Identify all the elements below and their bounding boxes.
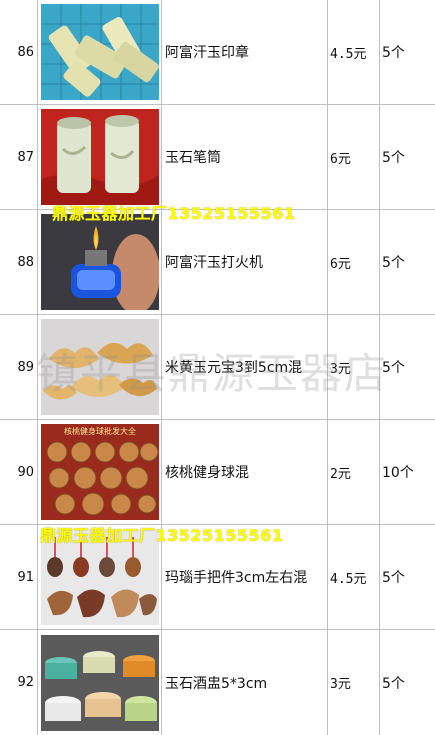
jade-pen-holder-image (40, 109, 159, 205)
factory-phone-banner-top: 鼎源玉器加工厂13525155561 (52, 204, 296, 223)
product-quantity: 5个 (382, 675, 405, 692)
table-row: 87 玉石笔筒 6元 5个 (0, 105, 435, 210)
product-quantity: 5个 (382, 570, 405, 586)
product-image (38, 105, 162, 209)
product-price: 3元 (328, 630, 380, 735)
jade-seal-image (40, 4, 159, 100)
row-number: 91 (0, 525, 38, 629)
product-image (38, 0, 162, 104)
yellow-jade-ingot-image (40, 319, 159, 415)
walnut-balls-image: 核桃健身球批发大全 (40, 424, 159, 520)
product-price: 2元 (328, 420, 380, 524)
product-price: 6元 (328, 105, 380, 209)
product-image (38, 630, 162, 735)
product-price: 6元 (328, 210, 380, 314)
product-image (38, 210, 162, 314)
table-row: 92 玉石酒盅5*3cm 3元 5个 (0, 630, 435, 735)
product-image (38, 315, 162, 419)
product-quantity: 5个 (382, 360, 405, 376)
row-number: 90 (0, 420, 38, 524)
table-row: 90 核桃健身球批发大全 核桃健身球混 2元 10个 (0, 420, 435, 525)
product-name: 玉石酒盅5*3cm (162, 630, 328, 735)
row-number: 87 (0, 105, 38, 209)
product-image: 核桃健身球批发大全 (38, 420, 162, 524)
product-name: 阿富汗玉印章 (162, 0, 328, 104)
product-price: 3元 (328, 315, 380, 419)
product-quantity: 5个 (382, 45, 405, 61)
jade-lighter-image (40, 214, 159, 310)
row-number: 92 (0, 630, 38, 735)
product-quantity: 10个 (382, 465, 414, 481)
product-name: 米黄玉元宝3到5cm混 (162, 315, 328, 419)
product-quantity: 5个 (382, 150, 405, 166)
row-number: 86 (0, 0, 38, 104)
jade-wine-cup-image (40, 634, 159, 731)
product-name: 阿富汗玉打火机 (162, 210, 328, 314)
table-row: 88 阿富汗玉打火机 6元 5个 (0, 210, 435, 315)
table-row: 89 米黄玉元宝3到5cm混 3元 5个 (0, 315, 435, 420)
product-price: 4.5元 (328, 0, 380, 104)
product-table: 86 阿富汗玉印章 4.5元 5个 87 玉石笔筒 6元 5个 88 阿富汗玉打… (0, 0, 435, 735)
product-name: 核桃健身球混 (162, 420, 328, 524)
product-name: 玉石笔筒 (162, 105, 328, 209)
row-number: 88 (0, 210, 38, 314)
product-quantity: 5个 (382, 255, 405, 271)
factory-phone-banner-bottom: 鼎源玉器加工厂13525155561 (40, 526, 284, 545)
product-price: 4.5元 (328, 525, 380, 629)
table-row: 86 阿富汗玉印章 4.5元 5个 (0, 0, 435, 105)
walnut-image-caption: 核桃健身球批发大全 (64, 426, 136, 436)
row-number: 89 (0, 315, 38, 419)
